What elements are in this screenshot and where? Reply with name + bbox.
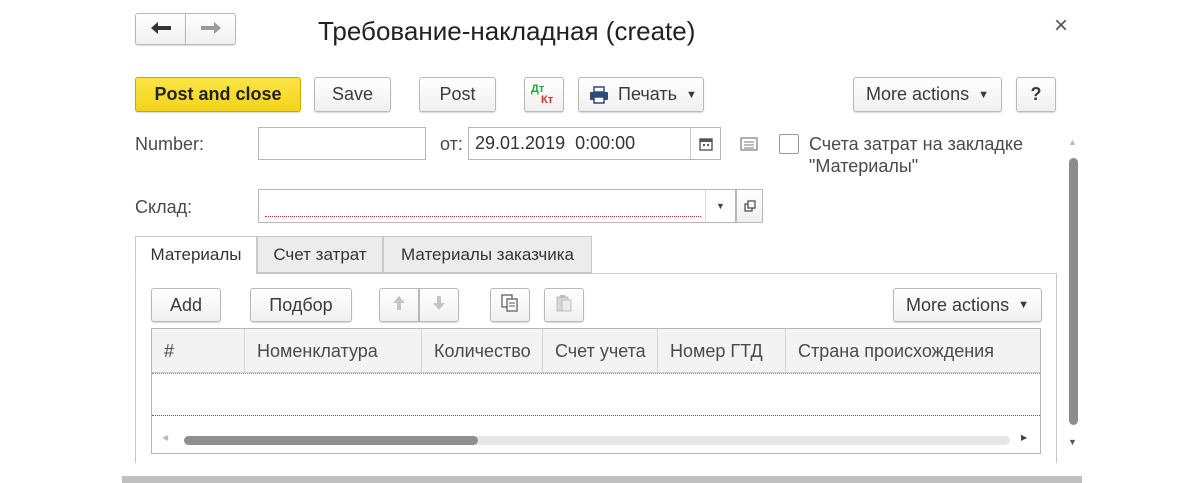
column-header-account[interactable]: Счет учета — [543, 329, 658, 373]
forward-button[interactable] — [185, 13, 236, 45]
scroll-right-icon[interactable]: ▶ — [1021, 433, 1027, 442]
scroll-left-icon[interactable]: ◀ — [162, 433, 168, 442]
arrow-left-icon — [150, 19, 172, 40]
column-header-item[interactable]: Номенклатура — [245, 329, 422, 373]
move-down-button[interactable] — [419, 288, 459, 322]
selection-button[interactable]: Подбор — [250, 288, 352, 322]
back-button[interactable] — [135, 13, 186, 45]
dt-kt-icon: Дт Кт — [531, 82, 554, 106]
window-title: Требование-накладная (create) — [318, 16, 696, 46]
help-button[interactable]: ? — [1016, 77, 1056, 112]
column-header-customs-number[interactable]: Номер ГТД — [658, 329, 786, 373]
cost-accounts-checkbox[interactable] — [779, 134, 799, 154]
more-actions-label: More actions — [866, 84, 970, 104]
chevron-down-icon[interactable]: ▼ — [705, 190, 735, 222]
date-field[interactable]: 29.01.2019 0:00:00 — [468, 127, 721, 160]
close-icon[interactable]: × — [1054, 12, 1068, 40]
date-from-label: от: — [440, 134, 463, 154]
form-scroll-down-icon[interactable]: ▼ — [1068, 437, 1077, 447]
arrow-up-icon — [392, 295, 406, 316]
required-underline — [265, 216, 701, 217]
tab-panel: Add Подбор More actions ▼ # Номенклатура… — [135, 273, 1057, 463]
warehouse-label: Склад: — [135, 197, 193, 217]
window-bottom-border — [122, 476, 1082, 483]
calendar-icon[interactable] — [690, 128, 720, 159]
dt-kt-button[interactable]: Дт Кт — [524, 77, 564, 112]
chevron-down-icon: ▼ — [978, 88, 989, 101]
copy-icon — [501, 293, 519, 317]
arrow-right-icon — [200, 19, 222, 40]
tab-customer-materials[interactable]: Материалы заказчика — [383, 236, 592, 273]
post-and-close-button[interactable]: Post and close — [135, 77, 301, 112]
column-header-number[interactable]: # — [152, 329, 245, 373]
tab-cost-account[interactable]: Счет затрат — [257, 236, 383, 273]
number-label: Number: — [135, 134, 205, 154]
form-scrollbar-thumb[interactable] — [1069, 158, 1078, 425]
number-field[interactable] — [258, 127, 426, 160]
chevron-down-icon: ▼ — [685, 88, 697, 101]
copy-row-button[interactable] — [490, 288, 530, 322]
add-row-button[interactable]: Add — [151, 288, 221, 322]
paste-icon — [555, 294, 573, 317]
tab-materials[interactable]: Материалы — [135, 236, 257, 274]
paste-button[interactable] — [544, 288, 584, 322]
move-up-button[interactable] — [379, 288, 419, 322]
printer-icon — [589, 85, 609, 104]
table-more-actions-button[interactable]: More actions ▼ — [893, 288, 1042, 322]
warehouse-field[interactable]: ▼ — [258, 189, 736, 223]
save-button[interactable]: Save — [314, 77, 391, 112]
column-header-country[interactable]: Страна происхождения — [786, 329, 1040, 373]
chevron-down-icon: ▼ — [1018, 299, 1029, 311]
print-label: Печать — [618, 84, 677, 104]
horizontal-scrollbar-thumb[interactable] — [184, 436, 478, 445]
print-button[interactable]: Печать ▼ — [578, 77, 704, 112]
open-warehouse-button[interactable] — [736, 189, 763, 223]
form-scroll-up-icon[interactable]: ▲ — [1068, 137, 1077, 147]
list-icon[interactable] — [740, 137, 758, 156]
column-header-quantity[interactable]: Количество — [422, 329, 543, 373]
materials-table[interactable]: # Номенклатура Количество Счет учета Ном… — [151, 328, 1041, 454]
more-actions-button[interactable]: More actions ▼ — [853, 77, 1002, 112]
open-icon — [743, 196, 756, 217]
date-value: 29.01.2019 0:00:00 — [475, 133, 636, 153]
table-row[interactable] — [152, 373, 1040, 416]
table-more-actions-label: More actions — [906, 294, 1010, 315]
table-header: # Номенклатура Количество Счет учета Ном… — [152, 329, 1040, 373]
arrow-down-icon — [432, 295, 446, 316]
post-button[interactable]: Post — [419, 77, 496, 112]
cost-accounts-checkbox-label: Счета затрат на закладке "Материалы" — [809, 134, 1024, 176]
